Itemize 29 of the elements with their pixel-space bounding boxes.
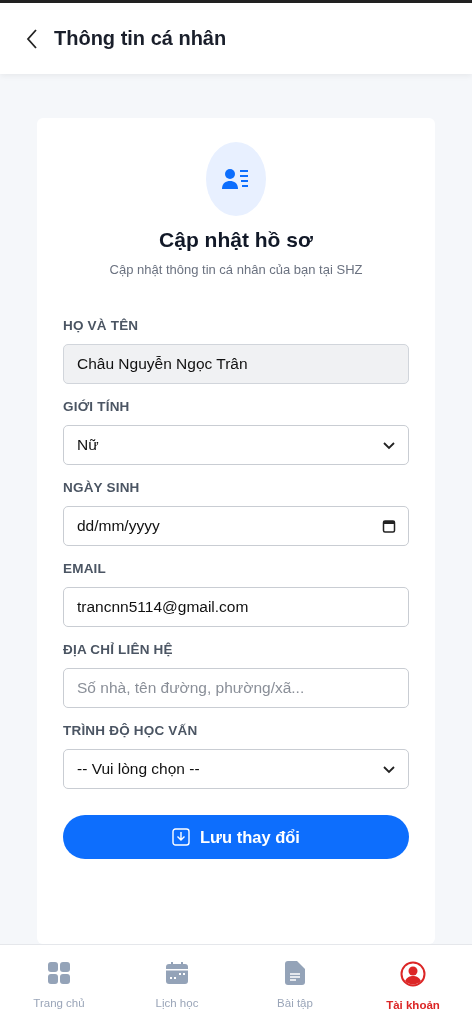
download-icon <box>172 828 190 846</box>
input-field[interactable]: trancnn5114@gmail.com <box>63 587 409 627</box>
name-field[interactable]: Châu Nguyễn Ngọc Trân <box>63 344 409 384</box>
document-icon <box>285 961 305 985</box>
calendar-icon <box>165 961 189 985</box>
field-label: ĐỊA CHỈ LIÊN HỆ <box>63 642 174 657</box>
back-icon <box>26 28 38 49</box>
nav-tab[interactable]: Lịch học <box>118 945 236 1024</box>
back-button[interactable] <box>26 28 38 49</box>
card-subtitle: Cập nhật thông tin cá nhân của bạn tại SHZ <box>108 262 364 277</box>
select-field[interactable]: Nữ <box>63 425 409 465</box>
date-field[interactable]: dd/mm/yyyy <box>63 506 409 546</box>
field-label: NGÀY SINH <box>63 480 141 495</box>
nav-tab[interactable]: Trang chủ <box>0 945 118 1024</box>
page-title: Thông tin cá nhân <box>54 27 227 50</box>
calendar-icon <box>382 519 396 533</box>
user-list-icon <box>222 168 250 190</box>
field-label: HỌ VÀ TÊN <box>63 318 140 333</box>
field-label: GIỚI TÍNH <box>63 399 131 414</box>
field-label: TRÌNH ĐỘ HỌC VẤN <box>63 723 199 738</box>
nav-tab[interactable]: Tài khoản <box>354 945 472 1024</box>
save-button[interactable]: Lưu thay đổi <box>63 815 409 859</box>
field-label: EMAIL <box>63 561 107 576</box>
input-field[interactable]: Số nhà, tên đường, phường/xã... <box>63 668 409 708</box>
user-icon <box>400 961 426 987</box>
select-field[interactable]: -- Vui lòng chọn -- <box>63 749 409 789</box>
grid-icon <box>47 961 71 985</box>
nav-tab[interactable]: Bài tập <box>236 945 354 1024</box>
card-title: Cập nhật hồ sơ <box>158 228 314 252</box>
